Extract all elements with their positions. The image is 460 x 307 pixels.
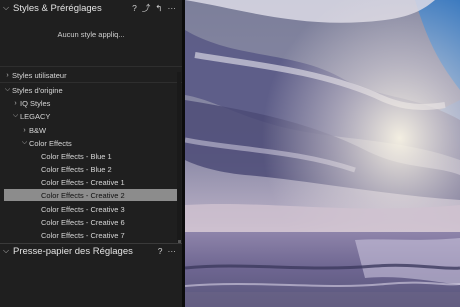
section-divider (0, 82, 182, 83)
chevron-down-icon[interactable]: ⌵ (3, 86, 12, 94)
tree-scrollbar[interactable] (177, 72, 181, 244)
style-item-label: Color Effects - Creative 1 (41, 177, 125, 187)
tree-item-color-effects[interactable]: ⌵ Color Effects (20, 137, 182, 149)
tree-item-label: Styles d'origine (12, 85, 63, 95)
tree-item-label: LEGACY (20, 111, 51, 121)
more-options-icon[interactable]: ··· (168, 246, 177, 256)
tree-item-label: Color Effects (29, 138, 72, 148)
chevron-down-icon[interactable]: ⌵ (3, 246, 13, 256)
tree-item-label: B&W (29, 125, 47, 135)
image-viewer[interactable] (185, 0, 460, 307)
more-options-icon[interactable]: ··· (168, 3, 177, 13)
style-item[interactable]: Color Effects - Blue 1 (0, 150, 178, 162)
chevron-down-icon[interactable]: ⌵ (3, 3, 13, 13)
style-item-label: Color Effects - Creative 3 (41, 204, 125, 214)
chevron-right-icon[interactable]: › (20, 127, 29, 134)
styles-presets-title: Styles & Préréglages (13, 2, 102, 14)
chevron-right-icon[interactable]: › (11, 100, 20, 107)
photo-image (185, 0, 460, 307)
chevron-right-icon[interactable]: › (3, 72, 12, 79)
style-item-label: Color Effects - Blue 1 (41, 151, 112, 161)
chevron-down-icon[interactable]: ⌵ (11, 112, 20, 120)
tree-item-user-styles[interactable]: › Styles utilisateur (3, 69, 181, 81)
no-style-applied-text: Aucun style appliq... (57, 30, 125, 39)
style-item[interactable]: Color Effects - Blue 2 (0, 163, 178, 175)
style-item[interactable]: Color Effects - Creative 3 (0, 203, 178, 215)
edit-style-icon[interactable]: ⤴ (142, 2, 151, 14)
help-icon[interactable]: ? (158, 246, 163, 256)
style-item-label: Color Effects - Blue 2 (41, 164, 112, 174)
help-icon[interactable]: ? (132, 3, 137, 13)
section-divider (0, 66, 182, 67)
style-item[interactable]: Color Effects - Creative 6 (0, 216, 178, 228)
clipboard-title: Presse-papier des Réglages (13, 245, 133, 257)
style-item-selected[interactable]: Color Effects - Creative 2 (4, 189, 177, 201)
style-item-label: Color Effects - Creative 6 (41, 217, 125, 227)
styles-header-tools: ? ⤴ ↰ ··· (132, 0, 176, 16)
style-item-label: Color Effects - Creative 7 (41, 230, 125, 240)
undo-style-icon[interactable]: ↰ (155, 3, 162, 14)
style-item[interactable]: Color Effects - Creative 7 (0, 229, 178, 241)
tree-item-iq-styles[interactable]: › IQ Styles (11, 97, 182, 109)
styles-presets-panel: ⌵ Styles & Préréglages ? ⤴ ↰ ··· Aucun s… (0, 0, 182, 307)
chevron-down-icon[interactable]: ⌵ (20, 139, 29, 147)
style-item[interactable]: Color Effects - Creative 1 (0, 176, 178, 188)
tree-item-label: Styles utilisateur (12, 70, 67, 80)
tree-item-legacy[interactable]: ⌵ LEGACY (11, 110, 182, 122)
tree-item-label: IQ Styles (20, 98, 51, 108)
styles-presets-header[interactable]: ⌵ Styles & Préréglages ? ⤴ ↰ ··· (0, 0, 182, 16)
style-item-label: Color Effects - Creative 2 (41, 190, 125, 200)
tree-item-builtin-styles[interactable]: ⌵ Styles d'origine (3, 84, 181, 96)
tree-item-bw[interactable]: › B&W (20, 124, 182, 136)
clipboard-header-tools: ? ··· (158, 243, 176, 259)
clipboard-header[interactable]: ⌵ Presse-papier des Réglages ? ··· (0, 243, 182, 259)
